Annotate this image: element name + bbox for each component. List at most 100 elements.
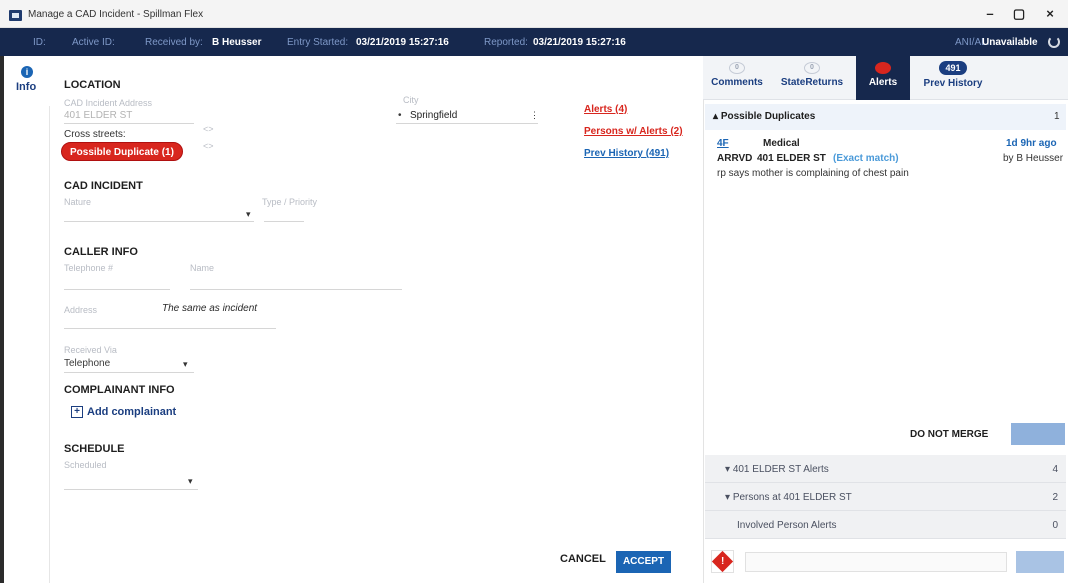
accordion-persons-count: 2: [1052, 492, 1058, 503]
cancel-button[interactable]: CANCEL: [560, 553, 606, 565]
address-underline: [64, 123, 194, 124]
possible-duplicates-count: 1: [1054, 111, 1060, 122]
persons-alerts-link[interactable]: Persons w/ Alerts (2): [584, 126, 683, 137]
received-via-label: Received Via: [64, 345, 117, 355]
scheduled-dropdown-icon[interactable]: ▾: [188, 476, 193, 487]
accordion-persons[interactable]: ▾ Persons at 401 ELDER ST 2: [705, 483, 1066, 511]
accordion-persons-text: Persons at 401 ELDER ST: [732, 492, 852, 503]
city-select[interactable]: Springfield: [410, 110, 457, 121]
city-underline: [396, 123, 538, 124]
caller-address-label: Address: [64, 305, 98, 315]
do-not-merge-button[interactable]: DO NOT MERGE: [910, 429, 988, 440]
location-section-title: LOCATION: [64, 79, 121, 91]
accept-button[interactable]: ACCEPT: [616, 551, 671, 573]
received-via-underline: [64, 372, 194, 373]
nature-dropdown-icon[interactable]: ▾: [246, 209, 251, 220]
accordion-address-alerts-label: ▾ 401 ELDER ST Alerts: [725, 464, 829, 475]
merge-button[interactable]: [1011, 423, 1065, 445]
accordion-involved-person-alerts-label: Involved Person Alerts: [737, 520, 837, 531]
nature-label: Nature: [64, 197, 92, 207]
received-via-dropdown-icon[interactable]: ▾: [183, 359, 188, 370]
city-label: City: [403, 95, 419, 105]
duplicate-nature: Medical: [763, 138, 800, 149]
send-comment-button[interactable]: [1016, 551, 1064, 573]
accordion-address-alerts-count: 4: [1052, 464, 1058, 475]
plus-icon: +: [71, 406, 83, 418]
entry-started-label: Entry Started:: [287, 37, 349, 48]
duplicate-address: 401 ELDER ST: [757, 153, 826, 164]
telephone-input[interactable]: [64, 289, 170, 290]
comments-icon: 0: [729, 62, 745, 74]
accordion-persons-label: ▾ Persons at 401 ELDER ST: [725, 492, 852, 503]
prev-history-count-badge: 491: [939, 61, 967, 75]
title-bar: Manage a CAD Incident - Spillman Flex – …: [0, 0, 1068, 28]
duplicate-unit-link[interactable]: 4F: [717, 138, 729, 149]
duplicate-match: (Exact match): [833, 153, 899, 164]
duplicate-by: by B Heusser: [1003, 153, 1064, 164]
comment-input[interactable]: [745, 552, 1007, 572]
reported-value: 03/21/2019 15:27:16: [533, 37, 626, 48]
possible-duplicates-title: ▴ Possible Duplicates: [713, 111, 816, 122]
tab-comments[interactable]: 0 Comments: [703, 56, 771, 100]
maximize-button[interactable]: ▢: [1005, 4, 1033, 24]
possible-duplicate-badge[interactable]: Possible Duplicate (1): [61, 142, 183, 161]
address-input[interactable]: 401 ELDER ST: [64, 110, 132, 121]
duplicate-comment: rp says mother is complaining of chest p…: [717, 168, 909, 179]
close-button[interactable]: ×: [1036, 4, 1064, 24]
alerts-icon: [875, 62, 891, 74]
schedule-section-title: SCHEDULE: [64, 443, 125, 455]
window-title: Manage a CAD Incident - Spillman Flex: [28, 9, 204, 20]
type-priority-input[interactable]: [264, 221, 304, 222]
possible-duplicates-title-text: Possible Duplicates: [720, 111, 816, 122]
caller-name-label: Name: [190, 263, 215, 273]
city-pin-icon: •: [398, 110, 402, 121]
received-via-select[interactable]: Telephone: [64, 358, 110, 369]
cross-street-2[interactable]: <>: [203, 141, 214, 151]
same-as-incident-text: The same as incident: [162, 303, 258, 314]
tab-prev-history[interactable]: 491 Prev History: [913, 56, 993, 100]
nav-item-info[interactable]: i Info: [4, 56, 50, 106]
received-by-value: B Heusser: [212, 37, 262, 48]
accordion-address-alerts[interactable]: ▾ 401 ELDER ST Alerts 4: [705, 455, 1066, 483]
caller-address-input[interactable]: [64, 328, 276, 329]
entry-started-value: 03/21/2019 15:27:16: [356, 37, 449, 48]
tab-state-returns-label: StateReturns: [780, 77, 844, 88]
minimize-button[interactable]: –: [976, 4, 1004, 24]
alerts-link[interactable]: Alerts (4): [584, 104, 627, 115]
cad-incident-section-title: CAD INCIDENT: [64, 180, 143, 192]
accordion-address-alerts-text: 401 ELDER ST Alerts: [732, 464, 829, 475]
reported-label: Reported:: [484, 37, 528, 48]
incident-header: ID: Active ID: Received by: B Heusser En…: [0, 28, 1068, 56]
scheduled-label: Scheduled: [64, 460, 107, 470]
tab-alerts[interactable]: Alerts: [856, 56, 910, 100]
add-complainant-button[interactable]: + Add complainant: [71, 404, 176, 420]
accordion-involved-person-alerts[interactable]: Involved Person Alerts 0: [705, 511, 1066, 539]
caller-name-input[interactable]: [190, 289, 402, 290]
tab-comments-label: Comments: [711, 77, 763, 88]
tab-alerts-label: Alerts: [868, 77, 898, 88]
add-complainant-label: Add complainant: [87, 406, 177, 418]
received-by-label: Received by:: [145, 37, 203, 48]
type-priority-label: Type / Priority: [262, 197, 318, 207]
cross-streets-label: Cross streets:: [64, 129, 126, 140]
nature-input[interactable]: [64, 221, 254, 222]
id-label: ID:: [33, 37, 46, 48]
scheduled-input[interactable]: [64, 489, 198, 490]
duplicate-time-ago: 1d 9hr ago: [1006, 138, 1057, 149]
complainant-section-title: COMPLAINANT INFO: [64, 384, 175, 396]
tab-state-returns[interactable]: 0 StateReturns: [771, 56, 853, 100]
address-label: CAD Incident Address: [64, 98, 153, 108]
caller-info-section-title: CALLER INFO: [64, 246, 138, 258]
state-returns-icon: 0: [804, 62, 820, 74]
right-panel-tabs: 0 Comments 0 StateReturns Alerts 491 Pre…: [703, 56, 1068, 100]
refresh-icon[interactable]: [1048, 36, 1060, 48]
active-id-label: Active ID:: [72, 37, 115, 48]
prev-history-link[interactable]: Prev History (491): [584, 148, 669, 159]
telephone-label: Telephone #: [64, 263, 114, 273]
city-dropdown-icon[interactable]: ⋮: [530, 110, 539, 121]
cross-street-1[interactable]: <>: [203, 124, 214, 134]
nav-item-info-label: Info: [16, 81, 37, 93]
accordion-involved-person-alerts-count: 0: [1052, 520, 1058, 531]
app-icon: [9, 10, 22, 21]
ani-ali-value: Unavailable: [982, 37, 1038, 48]
